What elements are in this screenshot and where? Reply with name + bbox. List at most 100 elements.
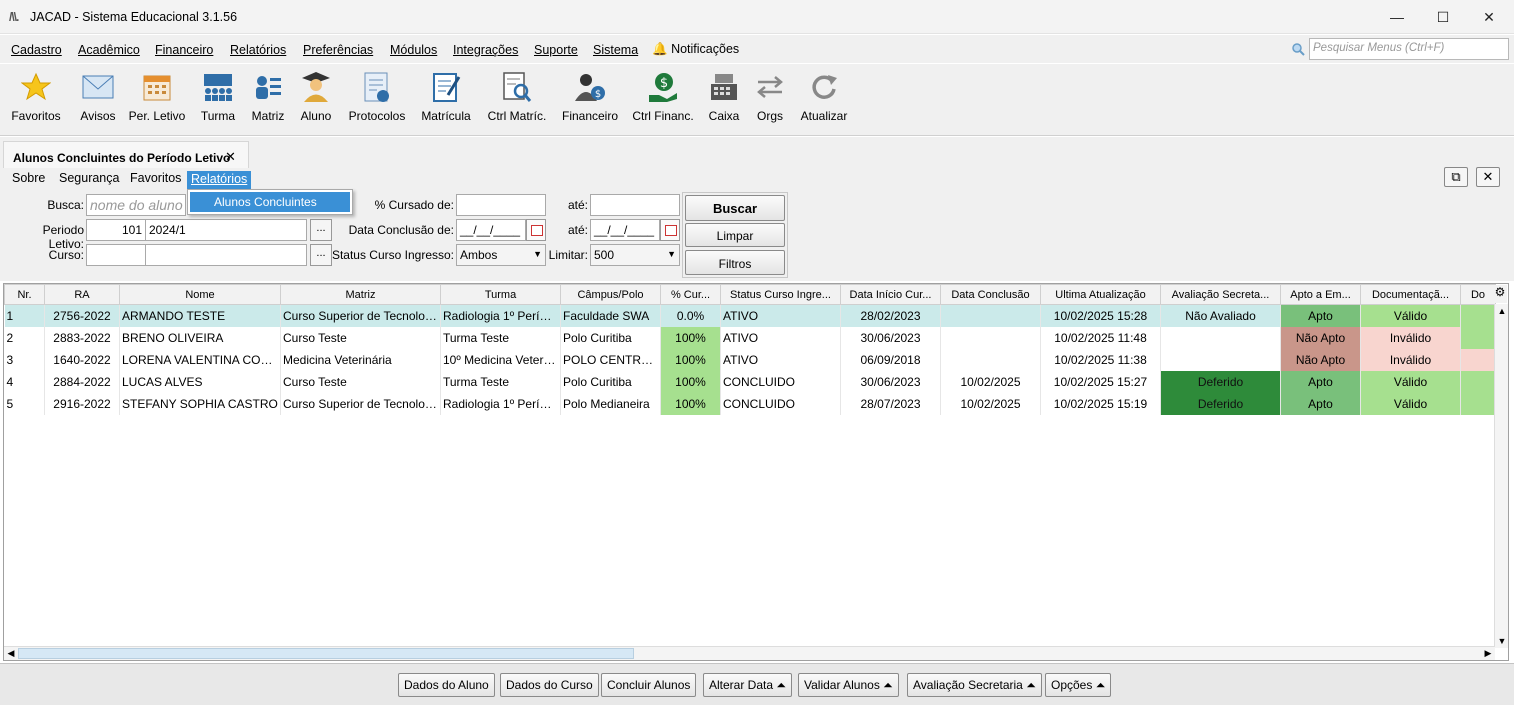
bell-icon: 🔔 (652, 42, 668, 56)
data-conclusao-to-input[interactable]: __/__/____ (590, 219, 660, 241)
minimize-icon[interactable]: — (1374, 0, 1420, 34)
menu-suporte[interactable]: Suporte (534, 43, 578, 57)
column-header[interactable]: Do (1460, 284, 1496, 305)
menu-preferencias[interactable]: Preferências (303, 43, 373, 57)
limpar-button[interactable]: Limpar (685, 223, 785, 247)
column-header[interactable]: Status Curso Ingre... (720, 284, 841, 305)
notifications-menu[interactable]: 🔔 Notificações (652, 42, 739, 57)
toolbar-matricula[interactable]: Matrícula (418, 70, 474, 123)
menu-academico[interactable]: Acadêmico (78, 43, 140, 57)
periodo-code-input[interactable]: 101 (86, 219, 146, 241)
toolbar-atualizar[interactable]: Atualizar (798, 70, 850, 123)
curso-value-input[interactable] (145, 244, 307, 266)
dropdown-alunos-concluintes[interactable]: Alunos Concluintes (190, 192, 350, 212)
menu-cadastro[interactable]: Cadastro (11, 43, 62, 57)
toolbar-orgs[interactable]: Orgs (752, 70, 788, 123)
submenu-favoritos[interactable]: Favoritos (126, 171, 185, 189)
column-header[interactable]: Nr. (4, 284, 45, 305)
table-row[interactable]: 2 2883-2022 BRENO OLIVEIRA Curso Teste Turma… (4, 326, 1496, 349)
limitar-select[interactable]: 500 (590, 244, 680, 266)
dados-aluno-button[interactable]: Dados do Aluno (398, 673, 495, 697)
concluir-alunos-button[interactable]: Concluir Alunos (601, 673, 697, 697)
data-conclusao-from-input[interactable]: __/__/____ (456, 219, 526, 241)
search-menu-input[interactable]: Pesquisar Menus (Ctrl+F) (1309, 38, 1509, 60)
filtros-button[interactable]: Filtros (685, 250, 785, 275)
menu-financeiro[interactable]: Financeiro (155, 43, 213, 57)
cell-ra: 2884-2022 (44, 370, 120, 393)
calendar-icon[interactable] (526, 219, 546, 241)
tab-close-icon[interactable]: ✕ (225, 149, 236, 165)
toolbar-label: Orgs (756, 109, 783, 123)
periodo-lookup-button[interactable]: ... (310, 219, 332, 241)
toolbar-ctrl-matric[interactable]: Ctrl Matríc. (484, 70, 550, 123)
toolbar-per-letivo[interactable]: Per. Letivo (128, 70, 186, 123)
submenu-sobre[interactable]: Sobre (8, 171, 49, 189)
menu-integracoes[interactable]: Integrações (453, 43, 518, 57)
toolbar-aluno[interactable]: Aluno (296, 70, 336, 123)
column-header[interactable]: Nome (119, 284, 281, 305)
cursado-to-input[interactable] (590, 194, 680, 216)
scroll-up-icon[interactable]: ▲ (1495, 306, 1508, 316)
horizontal-scroll-thumb[interactable] (18, 648, 634, 659)
scroll-right-icon[interactable]: ▶ (1481, 648, 1495, 659)
column-header[interactable]: % Cur... (660, 284, 721, 305)
cell-conclusao: 10/02/2025 (940, 392, 1041, 415)
table-row[interactable]: 4 2884-2022 LUCAS ALVES Curso Teste Turma Te… (4, 370, 1496, 393)
column-header[interactable]: Câmpus/Polo (560, 284, 661, 305)
menu-sistema[interactable]: Sistema (593, 43, 638, 57)
cell-conclusao (940, 326, 1041, 349)
cell-nr: 4 (4, 370, 45, 393)
cursado-from-input[interactable] (456, 194, 546, 216)
validar-alunos-button[interactable]: Validar Alunos ⏶ (798, 673, 899, 697)
toolbar-turma[interactable]: Turma (198, 70, 238, 123)
toolbar-financeiro[interactable]: $ Financeiro (560, 70, 620, 123)
curso-lookup-button[interactable]: ... (310, 244, 332, 266)
column-settings-gear-icon[interactable]: ⚙ (1493, 285, 1507, 303)
column-header[interactable]: Data Conclusão (940, 284, 1041, 305)
toolbar-protocolos[interactable]: Protocolos (346, 70, 408, 123)
cell-matriz: Curso Teste (280, 326, 441, 349)
table-row[interactable]: 3 1640-2022 LORENA VALENTINA COSTA Medicina… (4, 348, 1496, 371)
periodo-value-input[interactable]: 2024/1 (145, 219, 307, 241)
cell-cursado: 100% (660, 326, 721, 349)
alterar-data-button[interactable]: Alterar Data ⏶ (703, 673, 792, 697)
maximize-icon[interactable]: ☐ (1420, 0, 1466, 34)
column-header[interactable]: Documentaçã... (1360, 284, 1461, 305)
toolbar-ctrl-financ[interactable]: $ Ctrl Financ. (630, 70, 696, 123)
column-header[interactable]: Apto a Em... (1280, 284, 1361, 305)
table-row[interactable]: 5 2916-2022 STEFANY SOPHIA CASTRO Curso Sup… (4, 392, 1496, 415)
detach-window-icon[interactable]: ⧉ (1444, 167, 1468, 187)
avaliacao-secretaria-button[interactable]: Avaliação Secretaria ⏶ (907, 673, 1042, 697)
toolbar-favoritos[interactable]: Favoritos (8, 70, 64, 123)
status-select[interactable]: Ambos (456, 244, 546, 266)
menu-relatorios[interactable]: Relatórios (230, 43, 286, 57)
cell-atualizacao: 10/02/2025 15:19 (1040, 392, 1161, 415)
toolbar-caixa[interactable]: Caixa (704, 70, 744, 123)
opcoes-button[interactable]: Opções ⏶ (1045, 673, 1112, 697)
submenu-relatorios[interactable]: Relatórios (187, 171, 252, 190)
dados-curso-button[interactable]: Dados do Curso (500, 673, 599, 697)
column-header[interactable]: Matriz (280, 284, 441, 305)
column-header[interactable]: RA (44, 284, 120, 305)
submenu-seguranca[interactable]: Segurança (55, 171, 123, 189)
menu-modulos[interactable]: Módulos (390, 43, 437, 57)
buscar-button[interactable]: Buscar (685, 195, 785, 221)
toolbar-avisos[interactable]: Avisos (76, 70, 120, 123)
column-header[interactable]: Avaliação Secreta... (1160, 284, 1281, 305)
close-screen-icon[interactable]: ✕ (1476, 167, 1500, 187)
column-header[interactable]: Turma (440, 284, 561, 305)
close-window-icon[interactable]: ✕ (1466, 0, 1512, 34)
busca-input[interactable]: nome do aluno (86, 194, 186, 216)
vertical-scrollbar[interactable]: ▲ ▼ (1494, 304, 1508, 648)
horizontal-scrollbar[interactable]: ◀ ▶ (4, 646, 1495, 660)
tab-alunos-concluintes[interactable]: Alunos Concluintes do Período Letivo ✕ (3, 141, 249, 168)
toolbar-matriz[interactable]: Matriz (248, 70, 288, 123)
enrollment-icon (429, 70, 463, 104)
scroll-down-icon[interactable]: ▼ (1495, 636, 1508, 646)
scroll-left-icon[interactable]: ◀ (4, 648, 18, 659)
column-header[interactable]: Ultima Atualização (1040, 284, 1161, 305)
curso-code-input[interactable] (86, 244, 146, 266)
column-header[interactable]: Data Início Cur... (840, 284, 941, 305)
calendar-icon[interactable] (660, 219, 680, 241)
table-row[interactable]: 1 2756-2022 ARMANDO TESTE Curso Superior de… (4, 304, 1496, 327)
